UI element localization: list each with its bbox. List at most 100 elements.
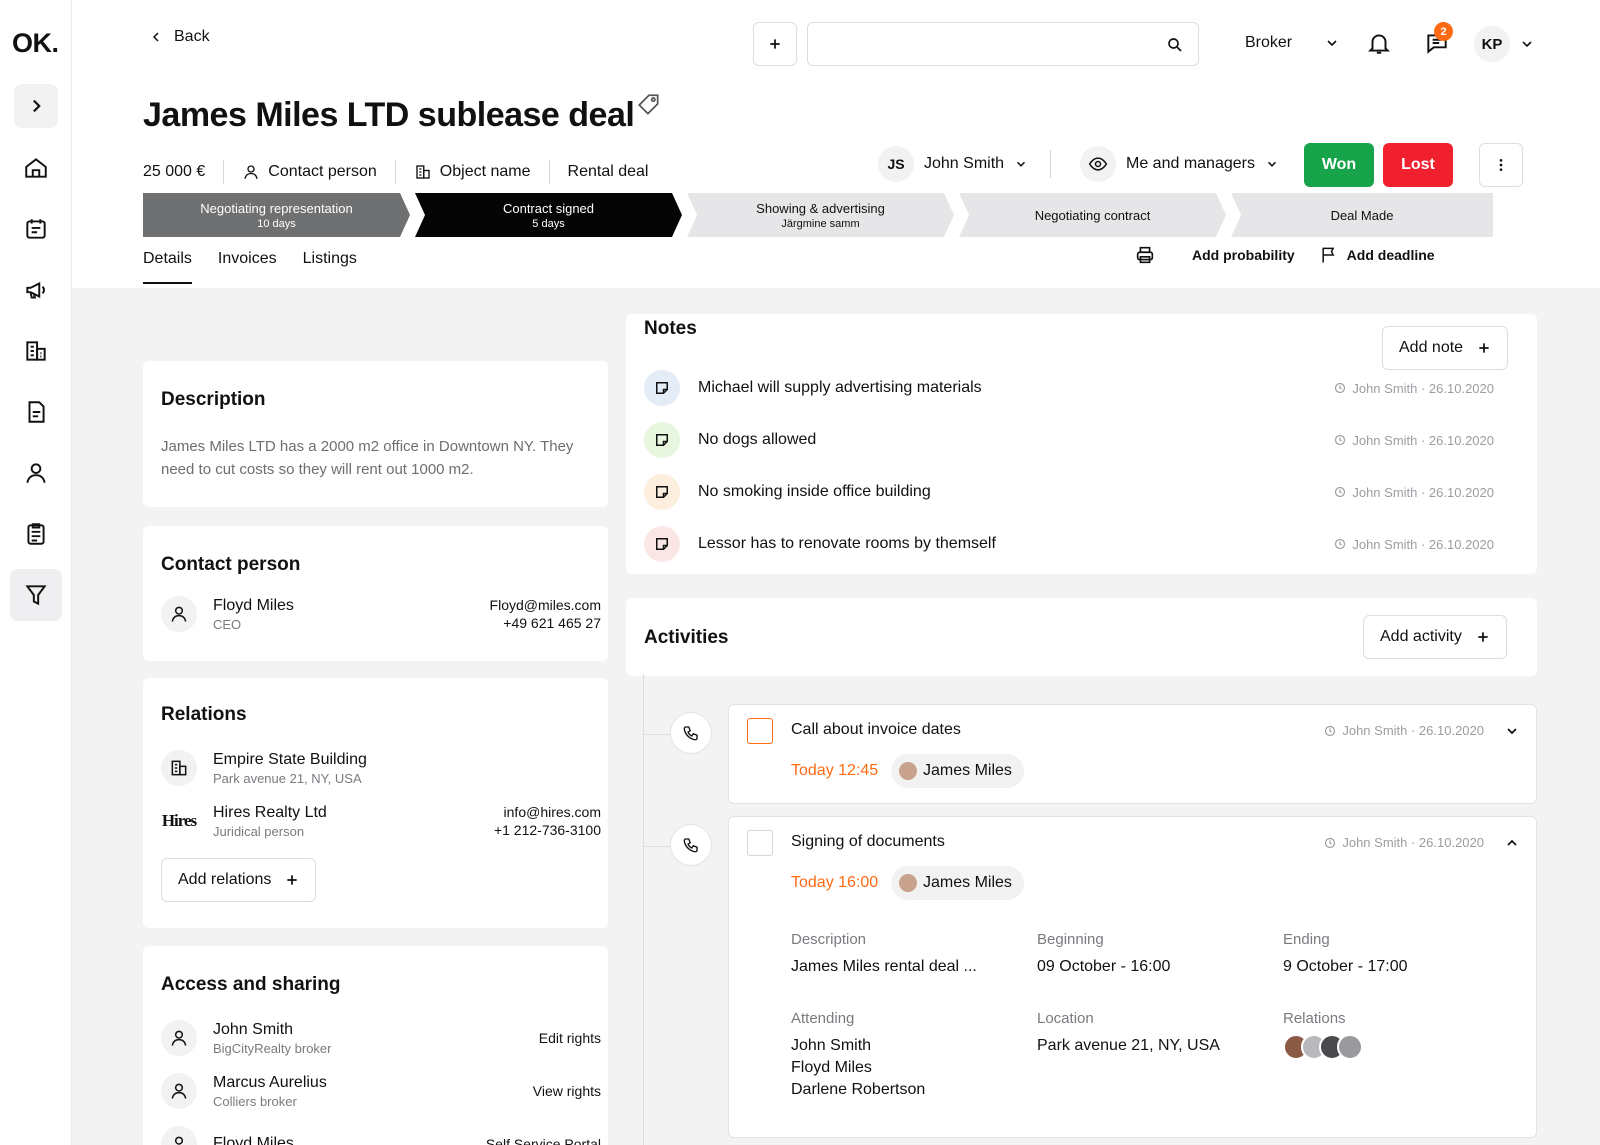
- relation-avatars[interactable]: [1283, 1034, 1363, 1060]
- notes-title: Notes: [644, 318, 697, 339]
- owner-select[interactable]: JS John Smith: [878, 146, 1028, 182]
- note-item[interactable]: No dogs allowed John Smith · 26.10.2020: [644, 422, 1494, 458]
- pipeline-stage[interactable]: Negotiating contract: [959, 193, 1226, 237]
- add-probability-button[interactable]: Add probability: [1192, 247, 1295, 263]
- sidebar-item-calendar[interactable]: [10, 203, 62, 255]
- add-deadline-button[interactable]: Add deadline: [1319, 245, 1435, 265]
- access-row[interactable]: Marcus Aurelius Colliers broker View rig…: [161, 1073, 601, 1109]
- note-icon: [644, 526, 680, 562]
- role-select[interactable]: Broker: [1245, 34, 1340, 52]
- pipeline-stage[interactable]: Negotiating representation 10 days: [143, 193, 410, 237]
- contact-email[interactable]: Floyd@miles.com: [490, 596, 601, 614]
- contact-person-title: Contact person: [161, 554, 301, 575]
- chevron-right-icon: [33, 99, 41, 113]
- search-input[interactable]: [808, 23, 1148, 65]
- access-row[interactable]: Floyd Miles Self Service Portal: [161, 1126, 601, 1145]
- pipeline-stage[interactable]: Deal Made: [1231, 193, 1493, 237]
- owner-avatar: JS: [878, 146, 914, 182]
- notes-card: Notes Add note Michael will supply adver…: [626, 314, 1537, 574]
- sidebar-item-marketing[interactable]: [10, 264, 62, 316]
- object-link[interactable]: Object name: [414, 163, 531, 181]
- deal-pipeline: Negotiating representation 10 days Contr…: [143, 193, 1493, 237]
- add-activity-button[interactable]: Add activity: [1363, 615, 1507, 659]
- clock-icon: [1335, 486, 1346, 498]
- tab-listings[interactable]: Listings: [303, 250, 357, 284]
- activities-title: Activities: [644, 627, 729, 648]
- clipboard-icon: [27, 523, 45, 545]
- user-icon: [244, 165, 258, 179]
- print-icon[interactable]: [1134, 244, 1156, 266]
- user-avatar[interactable]: KP: [1474, 26, 1510, 62]
- user-icon: [161, 596, 197, 632]
- sidebar-item-contacts[interactable]: [10, 447, 62, 499]
- visibility-select[interactable]: Me and managers: [1080, 146, 1279, 182]
- back-link[interactable]: Back: [148, 28, 210, 46]
- more-options-button[interactable]: [1479, 143, 1523, 187]
- pipeline-stage[interactable]: Contract signed 5 days: [415, 193, 682, 237]
- deal-tabs: Details Invoices Listings: [143, 250, 357, 284]
- relation-row[interactable]: Hires Hires Realty Ltd Juridical person …: [161, 803, 601, 839]
- create-button[interactable]: [753, 22, 797, 66]
- search-icon[interactable]: [1166, 36, 1184, 54]
- calendar-icon: [26, 219, 46, 239]
- avatar: [899, 762, 917, 780]
- user-icon: [161, 1073, 197, 1109]
- building-icon: [161, 750, 197, 786]
- sidebar-item-tasks[interactable]: [10, 508, 62, 560]
- building-icon: [416, 165, 430, 179]
- sidebar-expand-button[interactable]: [14, 84, 58, 128]
- relations-card: Relations Empire State Building Park ave…: [143, 678, 608, 928]
- attendee-chip[interactable]: James Miles: [891, 866, 1024, 900]
- description-text: James Miles LTD has a 2000 m2 office in …: [161, 438, 574, 478]
- notifications-button[interactable]: [1366, 30, 1392, 61]
- attendee-chip[interactable]: James Miles: [891, 754, 1024, 788]
- note-icon: [644, 422, 680, 458]
- megaphone-icon: [26, 281, 45, 299]
- relation-row[interactable]: Empire State Building Park avenue 21, NY…: [161, 750, 601, 786]
- add-note-button[interactable]: Add note: [1382, 326, 1509, 370]
- tab-invoices[interactable]: Invoices: [218, 250, 277, 284]
- home-icon: [25, 158, 47, 178]
- plus-icon: [1478, 632, 1488, 642]
- note-item[interactable]: Lessor has to renovate rooms by themself…: [644, 526, 1494, 562]
- chevron-up-icon[interactable]: [1504, 835, 1520, 851]
- lost-button[interactable]: Lost: [1383, 143, 1453, 187]
- role-label: Broker: [1245, 34, 1293, 51]
- note-icon: [644, 474, 680, 510]
- user-icon: [161, 1020, 197, 1056]
- activity-item[interactable]: Signing of documents John Smith · 26.10.…: [728, 816, 1537, 1138]
- access-row[interactable]: John Smith BigCityRealty broker Edit rig…: [161, 1020, 601, 1056]
- pipeline-stage[interactable]: Showing & advertising Järgmine samm: [687, 193, 954, 237]
- clock-icon: [1335, 538, 1346, 550]
- deal-meta: 25 000 € Contact person Object name Rent…: [143, 160, 648, 184]
- tag-icon[interactable]: [636, 92, 662, 118]
- activity-checkbox[interactable]: [747, 830, 773, 856]
- contact-person-row[interactable]: Floyd Miles CEO Floyd@miles.com +49 621 …: [161, 596, 601, 632]
- plus-icon: [1479, 343, 1489, 353]
- sidebar-item-documents[interactable]: [10, 386, 62, 438]
- won-button[interactable]: Won: [1304, 143, 1374, 187]
- note-item[interactable]: No smoking inside office building John S…: [644, 474, 1494, 510]
- clock-icon: [1335, 434, 1346, 446]
- relation-email[interactable]: info@hires.com: [494, 803, 601, 821]
- contact-phone[interactable]: +49 621 465 27: [490, 614, 601, 632]
- avatar: [899, 874, 917, 892]
- chevron-down-icon[interactable]: [1519, 36, 1535, 52]
- avatar: [1337, 1034, 1363, 1060]
- relation-phone[interactable]: +1 212-736-3100: [494, 821, 601, 839]
- plus-icon: [770, 39, 780, 49]
- activity-item[interactable]: Call about invoice dates John Smith · 26…: [728, 704, 1537, 804]
- sidebar-item-home[interactable]: [10, 142, 62, 194]
- activity-checkbox[interactable]: [747, 718, 773, 744]
- tab-details[interactable]: Details: [143, 250, 192, 284]
- funnel-icon: [25, 585, 47, 606]
- chevron-down-icon[interactable]: [1504, 723, 1520, 739]
- chevron-down-icon: [1267, 161, 1277, 167]
- note-item[interactable]: Michael will supply advertising material…: [644, 370, 1494, 406]
- sidebar-item-buildings[interactable]: [10, 325, 62, 377]
- phone-icon: [670, 712, 712, 754]
- contact-person-link[interactable]: Contact person: [242, 163, 377, 181]
- phone-icon: [670, 824, 712, 866]
- add-relations-button[interactable]: Add relations: [161, 858, 317, 902]
- sidebar-item-deals[interactable]: [10, 569, 62, 621]
